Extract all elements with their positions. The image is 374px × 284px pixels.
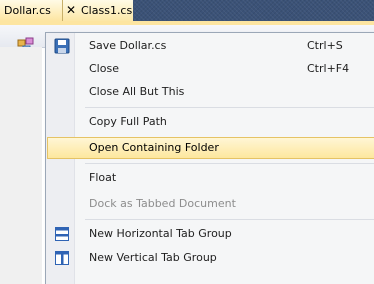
menu-item-shortcut: Ctrl+S — [307, 39, 343, 52]
menu-item-close[interactable]: Close Ctrl+F4 — [47, 58, 374, 80]
save-icon — [54, 38, 70, 54]
tab-dollar-cs[interactable]: Dollar.cs — [0, 0, 63, 21]
menu-item-label: Dock as Tabbed Document — [89, 197, 236, 210]
tab-label: Class1.cs — [81, 4, 133, 17]
vertical-tab-group-icon — [55, 251, 69, 265]
menu-item-label: Close — [89, 62, 119, 75]
menu-item-label: Copy Full Path — [89, 115, 167, 128]
menu-separator — [85, 107, 374, 108]
tab-label: Dollar.cs — [4, 4, 51, 17]
menu-item-shortcut: Ctrl+F4 — [307, 62, 350, 75]
menu-separator — [85, 163, 374, 164]
editor-margin — [0, 47, 42, 284]
close-icon[interactable]: ✕ — [66, 0, 76, 21]
menu-item-label: Close All But This — [89, 85, 185, 98]
menu-item-new-horizontal-tab-group[interactable]: New Horizontal Tab Group — [47, 223, 374, 245]
ide-window: Dollar.cs ✕ Class1.cs Save Dollar.cs Ctr… — [0, 0, 374, 284]
tab-class1-cs[interactable]: ✕ Class1.cs — [63, 0, 133, 21]
menu-item-float[interactable]: Float — [47, 167, 374, 189]
menu-item-label: New Horizontal Tab Group — [89, 227, 232, 240]
menu-item-save[interactable]: Save Dollar.cs Ctrl+S — [47, 35, 374, 57]
menu-item-close-all-but-this[interactable]: Close All But This — [47, 81, 374, 103]
menu-item-copy-full-path[interactable]: Copy Full Path — [47, 111, 374, 133]
tab-context-menu: Save Dollar.cs Ctrl+S Close Ctrl+F4 Clos… — [45, 32, 374, 284]
horizontal-tab-group-icon — [55, 227, 69, 241]
menu-item-open-containing-folder[interactable]: Open Containing Folder — [47, 137, 374, 159]
menu-item-label: Open Containing Folder — [89, 141, 219, 154]
menu-item-dock-as-tabbed-document: Dock as Tabbed Document — [47, 193, 374, 215]
menu-separator — [85, 219, 374, 220]
menu-item-label: Save Dollar.cs — [89, 39, 167, 52]
menu-item-new-vertical-tab-group[interactable]: New Vertical Tab Group — [47, 247, 374, 269]
menu-item-label: New Vertical Tab Group — [89, 251, 217, 264]
menu-item-label: Float — [89, 171, 117, 184]
